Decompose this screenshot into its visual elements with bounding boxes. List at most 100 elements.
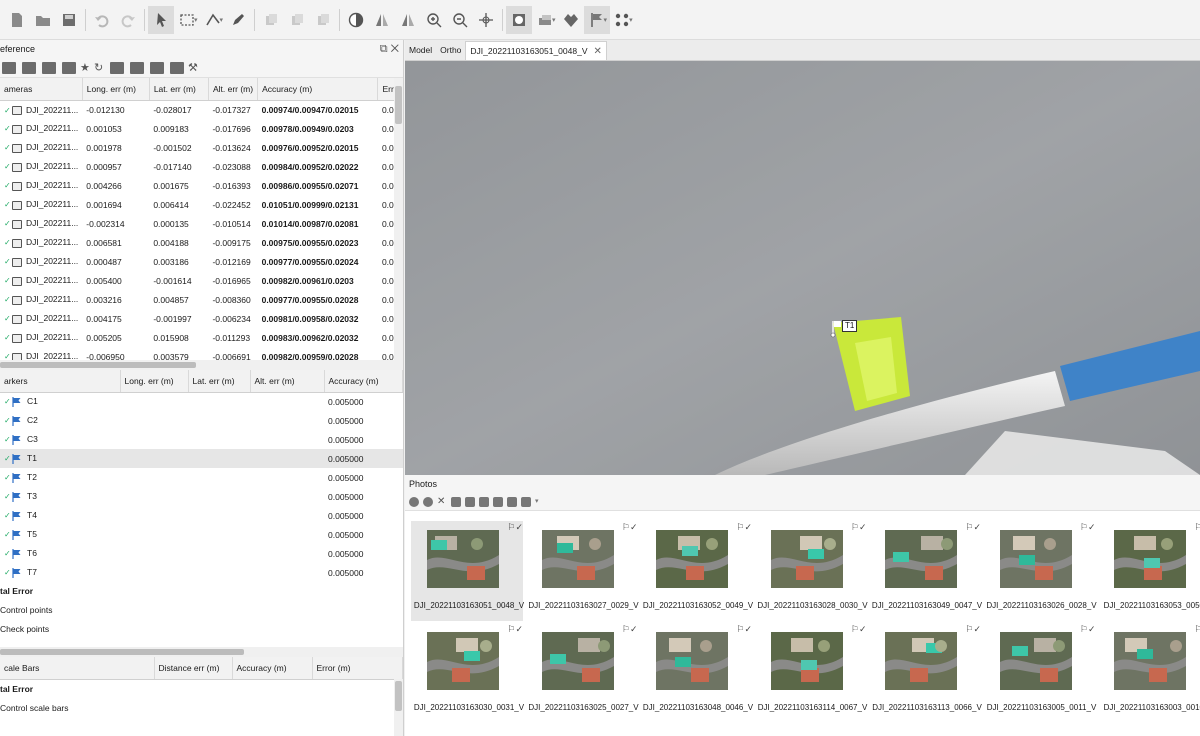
check-icon[interactable]: ✓ [4,124,11,133]
col-sb-accuracy[interactable]: Accuracy (m) [232,657,313,680]
col-lat-err[interactable]: Lat. err (m) [149,78,209,101]
photo-thumbnail[interactable]: ⚐✓ DJI_20221103163028_0030_V [755,521,867,621]
view-estimated-icon[interactable] [130,61,144,74]
table-row[interactable]: ✓ T6 0.005000 [0,544,403,563]
photo-thumbnail[interactable]: ⚐✓ DJI_20221103163048_0046_V [640,623,753,723]
table-row[interactable]: ✓ DJI_202211... -0.012130 -0.028017 -0.01732… [0,100,403,119]
open-icon[interactable] [30,6,56,34]
check-icon[interactable]: ✓ [4,568,11,577]
control-scale-bars-row[interactable]: Control scale bars [0,699,403,718]
check-icon[interactable]: ✓ [4,454,11,463]
mask-icon[interactable] [493,496,503,507]
control-points-row[interactable]: Control points [0,601,403,620]
col-scale-bars[interactable]: cale Bars [0,657,155,680]
check-icon[interactable]: ✓ [4,143,11,152]
table-row[interactable]: ✓ DJI_202211... 0.006581 0.004188 -0.009175 0… [0,233,403,252]
close-icon[interactable]: ✕ [593,46,601,57]
table-row[interactable]: ✓ DJI_202211... 0.005205 0.015908 -0.011293 0… [0,328,403,347]
photo-thumbnail[interactable]: ⚐✓ DJI_20221103163114_0067_V [755,623,868,723]
flip-icon[interactable] [369,6,395,34]
table-row[interactable]: ✓ T4 0.005000 [0,506,403,525]
remove-icon[interactable]: ✕ [437,496,447,507]
new-icon[interactable] [4,6,30,34]
cameras-horizontal-scrollbar[interactable] [0,360,403,370]
check-icon[interactable]: ✓ [4,549,11,558]
chevron-down-icon[interactable]: ▾ [604,16,608,24]
view-source-icon[interactable] [170,61,184,74]
check-icon[interactable]: ✓ [4,200,11,209]
redo-icon[interactable] [115,6,141,34]
rotate-right-icon[interactable] [465,496,475,507]
col-marker-alt-err[interactable]: Alt. err (m) [250,370,325,393]
save-icon[interactable] [56,6,82,34]
photo-thumbnail[interactable]: ⚐✓ DJI_20221103163005_0011_V [984,623,1097,723]
photo-thumbnail[interactable]: ⚐✓ DJI_20221103163003_0010_ [1098,623,1200,723]
check-icon[interactable]: ✓ [4,162,11,171]
check-icon[interactable]: ✓ [4,295,11,304]
table-row[interactable]: ✓ T7 0.005000 [0,563,403,582]
check-icon[interactable]: ✓ [4,181,11,190]
chevron-down-icon[interactable]: ▾ [535,497,545,507]
tab-photo[interactable]: DJI_20221103163051_0048_V ✕ [465,41,607,60]
undo-icon[interactable] [89,6,115,34]
binoculars-icon[interactable] [479,496,489,507]
cameras-vertical-scrollbar[interactable] [394,78,403,360]
view-errors-icon[interactable] [110,61,124,74]
contrast-icon[interactable] [343,6,369,34]
table-row[interactable]: ✓ C3 0.005000 [0,430,403,449]
table-row[interactable]: ✓ DJI_202211... 0.004175 -0.001997 -0.006234… [0,309,403,328]
table-row[interactable]: ✓ DJI_202211... -0.002314 0.000135 -0.010514… [0,214,403,233]
col-cameras[interactable]: ameras [0,78,83,101]
chevron-down-icon[interactable]: ▾ [220,16,224,24]
table-row[interactable]: ✓ T5 0.005000 [0,525,403,544]
table-row[interactable]: ✓ DJI_202211... -0.006950 0.003579 -0.006691… [0,347,403,360]
photo-thumbnail[interactable]: ⚐✓ DJI_20221103163113_0066_V [869,623,982,723]
chevron-down-icon[interactable]: ▾ [629,16,633,24]
table-row[interactable]: ✓ DJI_202211... 0.000957 -0.017140 -0.023088… [0,157,403,176]
flip-alt-icon[interactable] [395,6,421,34]
col-distance-err[interactable]: Distance err (m) [154,657,233,680]
check-icon[interactable]: ✓ [4,492,11,501]
photo-thumbnail[interactable]: ⚐✓ DJI_20221103163049_0047_V [869,521,982,621]
col-marker-long-err[interactable]: Long. err (m) [120,370,189,393]
check-icon[interactable]: ✓ [4,276,11,285]
check-icon[interactable]: ✓ [4,435,11,444]
check-icon[interactable]: ✓ [4,530,11,539]
table-row[interactable]: ✓ DJI_202211... 0.004266 0.001675 -0.016393 0… [0,176,403,195]
photo-thumbnail[interactable]: ⚐✓ DJI_20221103163052_0049_V [640,521,753,621]
check-icon[interactable]: ✓ [4,397,11,406]
photo-thumbnail[interactable]: ⚐✓ DJI_20221103163026_0028_V [984,521,1096,621]
check-points-row[interactable]: Check points [0,620,403,639]
export-icon[interactable] [22,61,36,74]
photo-thumbnail[interactable]: ⚐✓ DJI_20221103163053_0050_ [1098,521,1200,621]
photo-thumbnail[interactable]: ⚐✓ DJI_20221103163025_0027_V [526,623,638,723]
shape-icon[interactable] [558,6,584,34]
check-icon[interactable]: ✓ [4,238,11,247]
move-icon[interactable] [473,6,499,34]
enable-icon[interactable] [409,496,419,507]
float-icon[interactable]: ⧉ [380,43,388,55]
table-row[interactable]: ✓ T2 0.005000 [0,468,403,487]
refresh-icon[interactable]: ↻ [94,62,106,74]
col-marker-lat-err[interactable]: Lat. err (m) [188,370,251,393]
col-alt-err[interactable]: Alt. err (m) [208,78,259,101]
small-view-icon[interactable] [507,496,517,507]
col-sb-error[interactable]: Error (m) [312,657,403,680]
star-icon[interactable]: ★ [80,62,92,74]
check-icon[interactable]: ✓ [4,333,11,342]
photo-thumbnail[interactable]: ⚐✓ DJI_20221103163051_0048_V [411,521,524,621]
pointer-icon[interactable] [148,5,174,34]
chevron-down-icon[interactable]: ▾ [194,16,198,24]
view-variance-icon[interactable] [150,61,164,74]
check-icon[interactable]: ✓ [4,352,11,360]
zoom-in-icon[interactable] [421,6,447,34]
col-long-err[interactable]: Long. err (m) [82,78,150,101]
import-icon[interactable] [2,61,16,74]
table-icon[interactable] [42,61,56,74]
delete-icon[interactable] [310,6,336,34]
view-mode-icon[interactable] [521,496,531,507]
pencil-icon[interactable] [225,6,251,34]
col-marker-accuracy[interactable]: Accuracy (m) [324,370,403,393]
table-row[interactable]: ✓ C1 0.005000 [0,392,403,411]
copy-icon[interactable] [258,6,284,34]
